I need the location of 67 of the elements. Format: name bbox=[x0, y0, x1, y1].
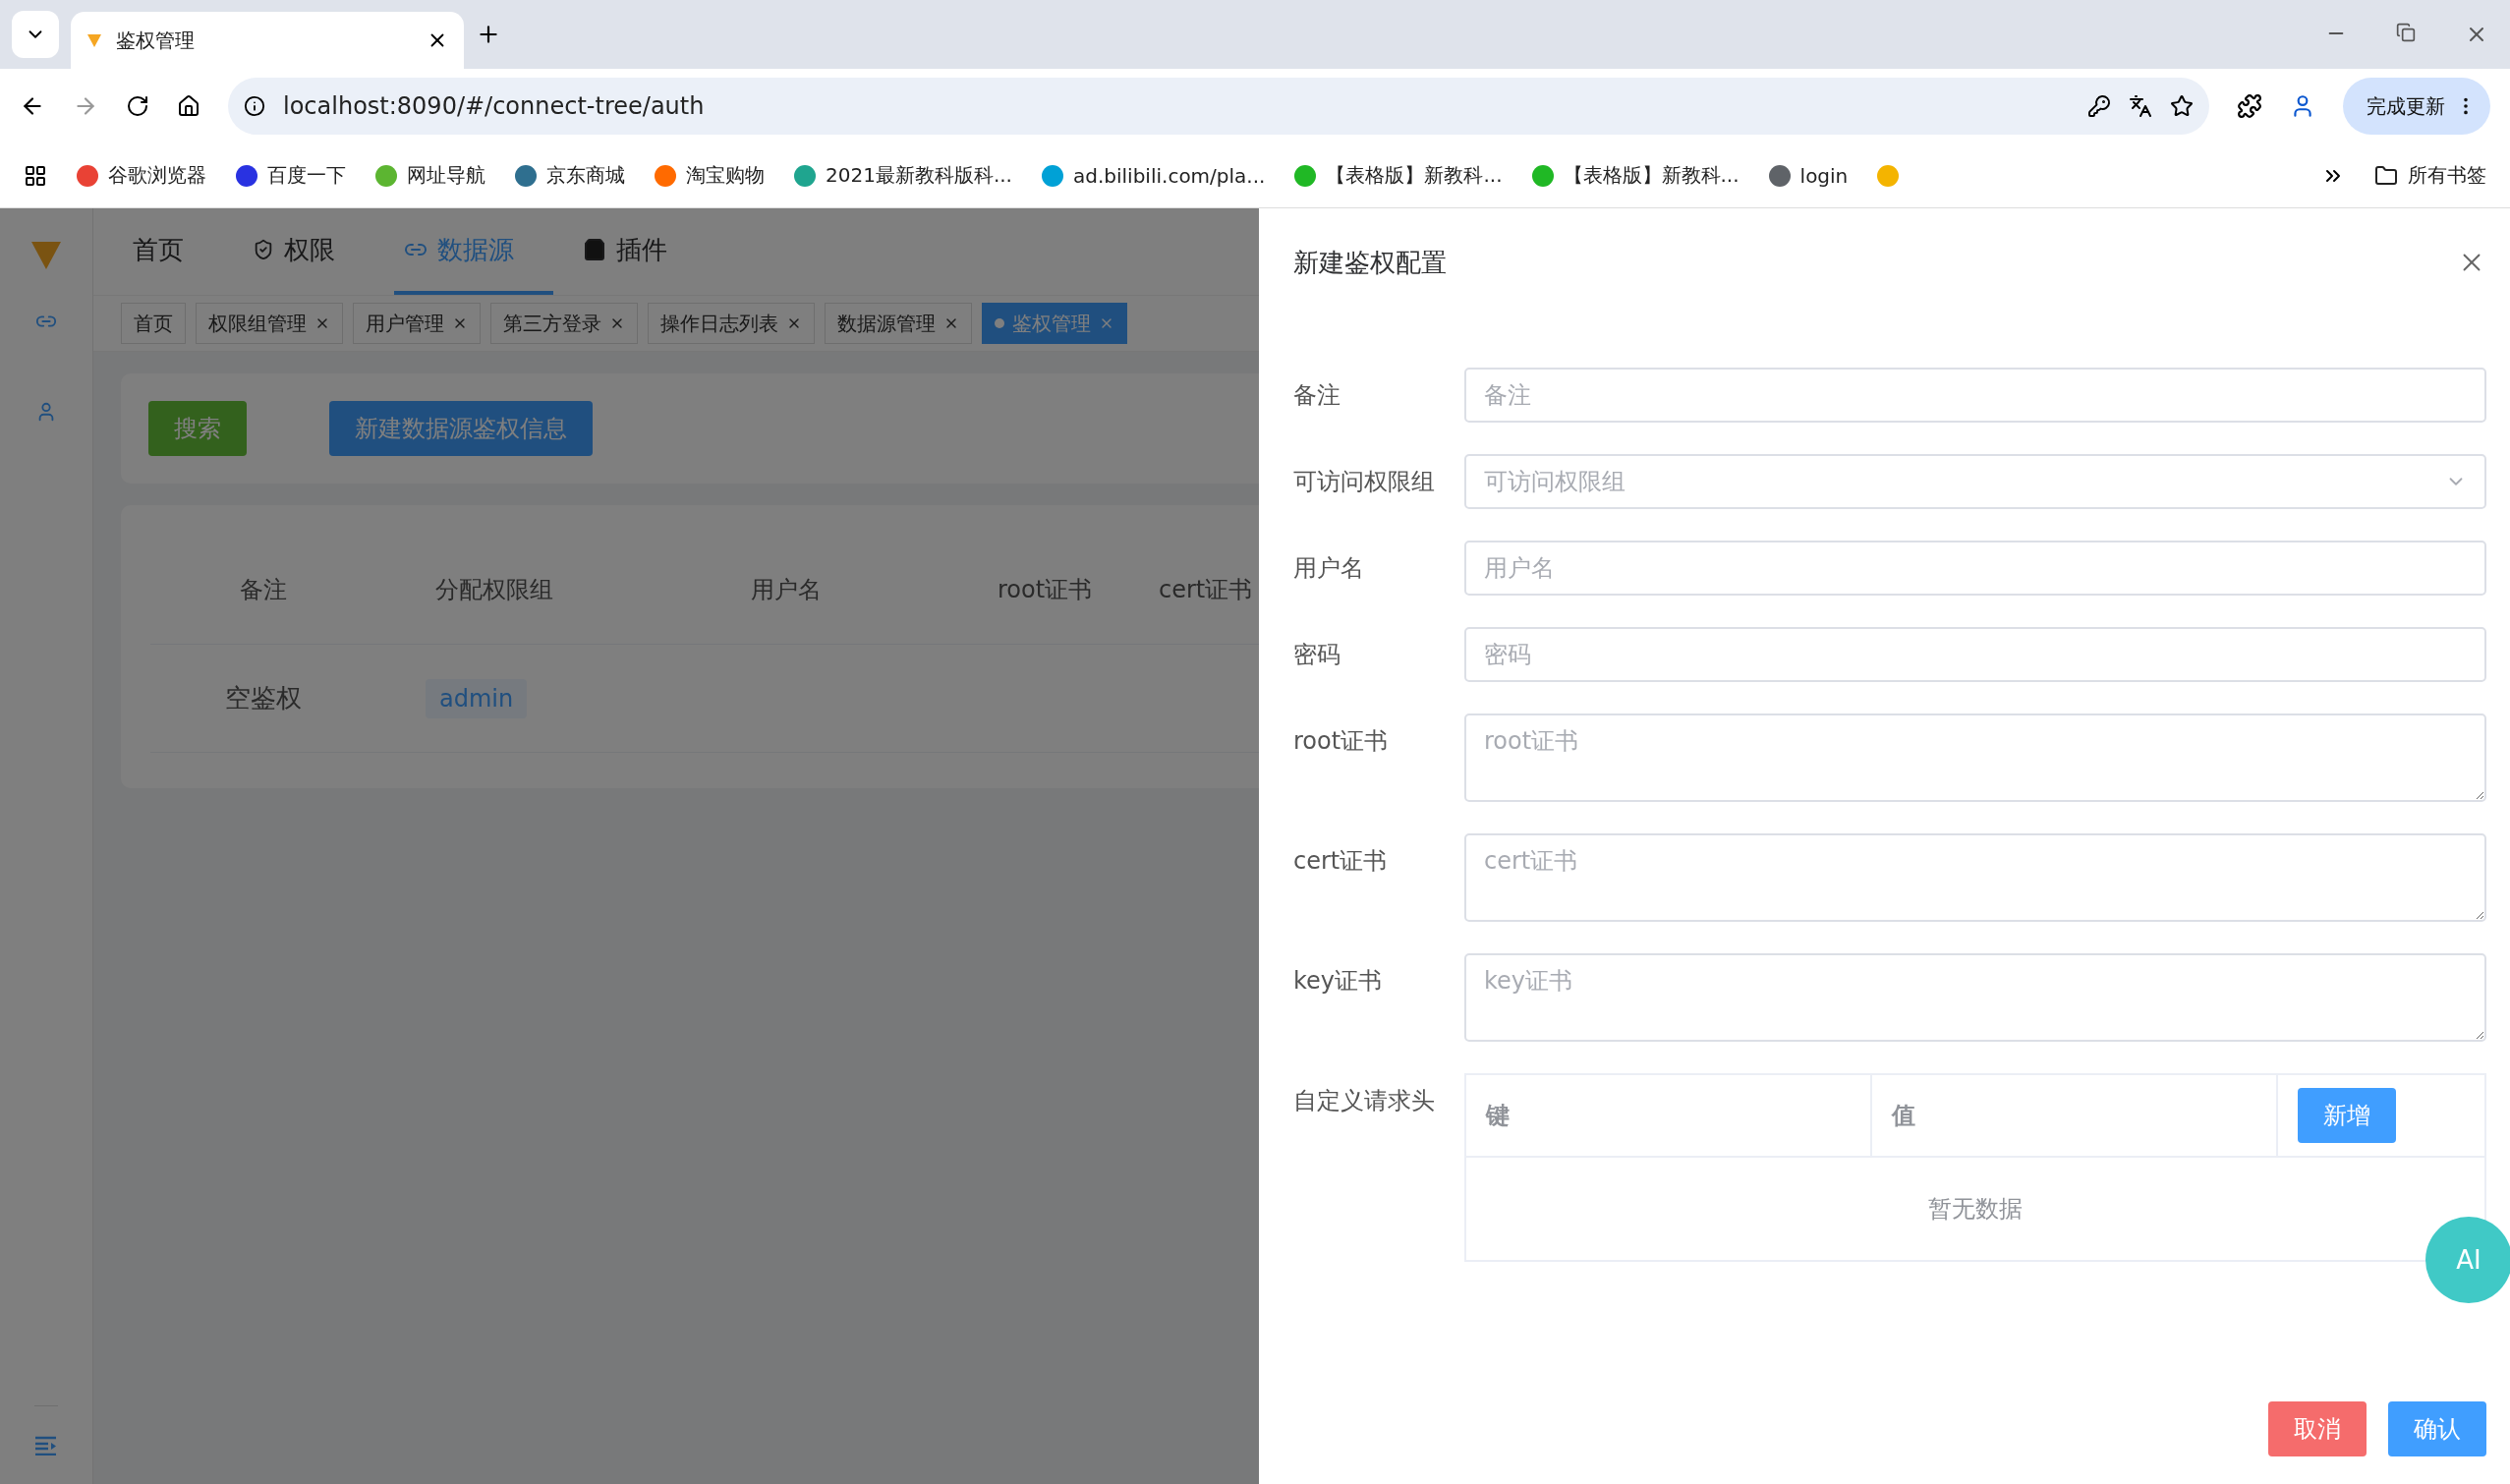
bookmark-link[interactable]: 淘宝购物 bbox=[655, 162, 765, 189]
column-header: root证书 bbox=[996, 574, 1094, 605]
star-icon[interactable] bbox=[2170, 94, 2194, 118]
bookmark-link[interactable]: ad.bilibili.com/pla... bbox=[1042, 163, 1266, 188]
input-field[interactable]: 密码 bbox=[1464, 627, 2486, 682]
column-header: 键 bbox=[1466, 1075, 1872, 1156]
bookmark-link[interactable]: 【表格版】新教科... bbox=[1531, 162, 1740, 189]
text-area[interactable]: key证书 bbox=[1464, 953, 2486, 1042]
bookmark-link[interactable]: login bbox=[1768, 163, 1849, 188]
table-cell-text: 空鉴权 bbox=[224, 682, 303, 714]
key-icon[interactable] bbox=[2087, 94, 2111, 118]
page-tag[interactable]: 数据源管理 bbox=[825, 303, 972, 344]
bookmark-link[interactable]: 2021最新教科版科... bbox=[794, 162, 1012, 189]
cancel-button[interactable]: 取消 bbox=[2268, 1401, 2367, 1456]
confirm-button[interactable]: 确认 bbox=[2388, 1401, 2486, 1456]
bookmarks-folder[interactable]: 所有书签 bbox=[2374, 162, 2486, 189]
nav-tab[interactable]: 首页 bbox=[123, 208, 223, 295]
bookmark-link[interactable]: 百度一下 bbox=[236, 162, 346, 189]
field-label: 备注 bbox=[1293, 380, 1341, 411]
translate-icon[interactable] bbox=[2129, 94, 2152, 118]
folder-icon bbox=[2374, 163, 2398, 188]
favicon-icon bbox=[86, 32, 102, 48]
active-dot-icon bbox=[995, 318, 1004, 328]
column-header: 值 bbox=[1872, 1075, 2278, 1156]
field-label: 密码 bbox=[1293, 640, 1341, 670]
text-area[interactable]: cert证书 bbox=[1464, 833, 2486, 922]
field-label: root证书 bbox=[1293, 726, 1390, 757]
reload-icon[interactable] bbox=[126, 94, 149, 118]
page-tag[interactable]: 操作日志列表 bbox=[648, 303, 815, 344]
select-field[interactable]: 可访问权限组 bbox=[1464, 454, 2486, 509]
bookmark-link[interactable]: 【表格版】新教科... bbox=[1294, 162, 1503, 189]
tab-title: 鉴权管理 bbox=[116, 27, 196, 54]
home-icon[interactable] bbox=[177, 94, 200, 118]
bookmark-link[interactable]: 谷歌浏览器 bbox=[77, 162, 206, 189]
page-tag[interactable]: 用户管理 bbox=[353, 303, 481, 344]
apps-icon[interactable] bbox=[24, 163, 47, 188]
column-header: cert证书 bbox=[1158, 574, 1254, 605]
info-icon[interactable] bbox=[244, 95, 265, 117]
nav-tab[interactable]: 权限 bbox=[243, 208, 374, 295]
field-label: key证书 bbox=[1293, 966, 1383, 997]
browser-tab[interactable]: 鉴权管理 bbox=[71, 12, 464, 69]
input-field[interactable]: 用户名 bbox=[1464, 541, 2486, 596]
text-area[interactable]: root证书 bbox=[1464, 713, 2486, 802]
field-label: 用户名 bbox=[1293, 553, 1365, 584]
bookmark-link[interactable]: 京东商城 bbox=[515, 162, 625, 189]
empty-text: 暂无数据 bbox=[1928, 1194, 2023, 1225]
column-header: 用户名 bbox=[750, 574, 823, 605]
restore-icon[interactable] bbox=[2396, 23, 2416, 42]
field-label: 自定义请求头 bbox=[1293, 1086, 1436, 1116]
field-label: cert证书 bbox=[1293, 846, 1389, 877]
page-tag[interactable]: 第三方登录 bbox=[490, 303, 638, 344]
nav-tab[interactable]: 插件 bbox=[573, 208, 707, 295]
bookmark-link[interactable]: 网址导航 bbox=[375, 162, 485, 189]
column-header: 分配权限组 bbox=[434, 574, 554, 605]
address-bar[interactable]: localhost:8090/#/connect-tree/auth bbox=[228, 78, 2209, 135]
add-button[interactable]: 新增 bbox=[2298, 1088, 2396, 1143]
column-header: 备注 bbox=[239, 574, 288, 605]
input-field[interactable]: 备注 bbox=[1464, 368, 2486, 423]
group-tag: admin bbox=[426, 678, 528, 718]
url-text: localhost:8090/#/connect-tree/auth bbox=[283, 92, 706, 120]
extensions-icon[interactable] bbox=[2237, 93, 2262, 119]
field-label: 可访问权限组 bbox=[1293, 467, 1436, 497]
page-tag[interactable]: 权限组管理 bbox=[196, 303, 343, 344]
update-button[interactable]: 完成更新 bbox=[2343, 78, 2490, 135]
drawer-title: 新建鉴权配置 bbox=[1293, 246, 1447, 279]
shield-icon bbox=[253, 239, 274, 260]
page-tag[interactable]: 首页 bbox=[121, 303, 186, 344]
